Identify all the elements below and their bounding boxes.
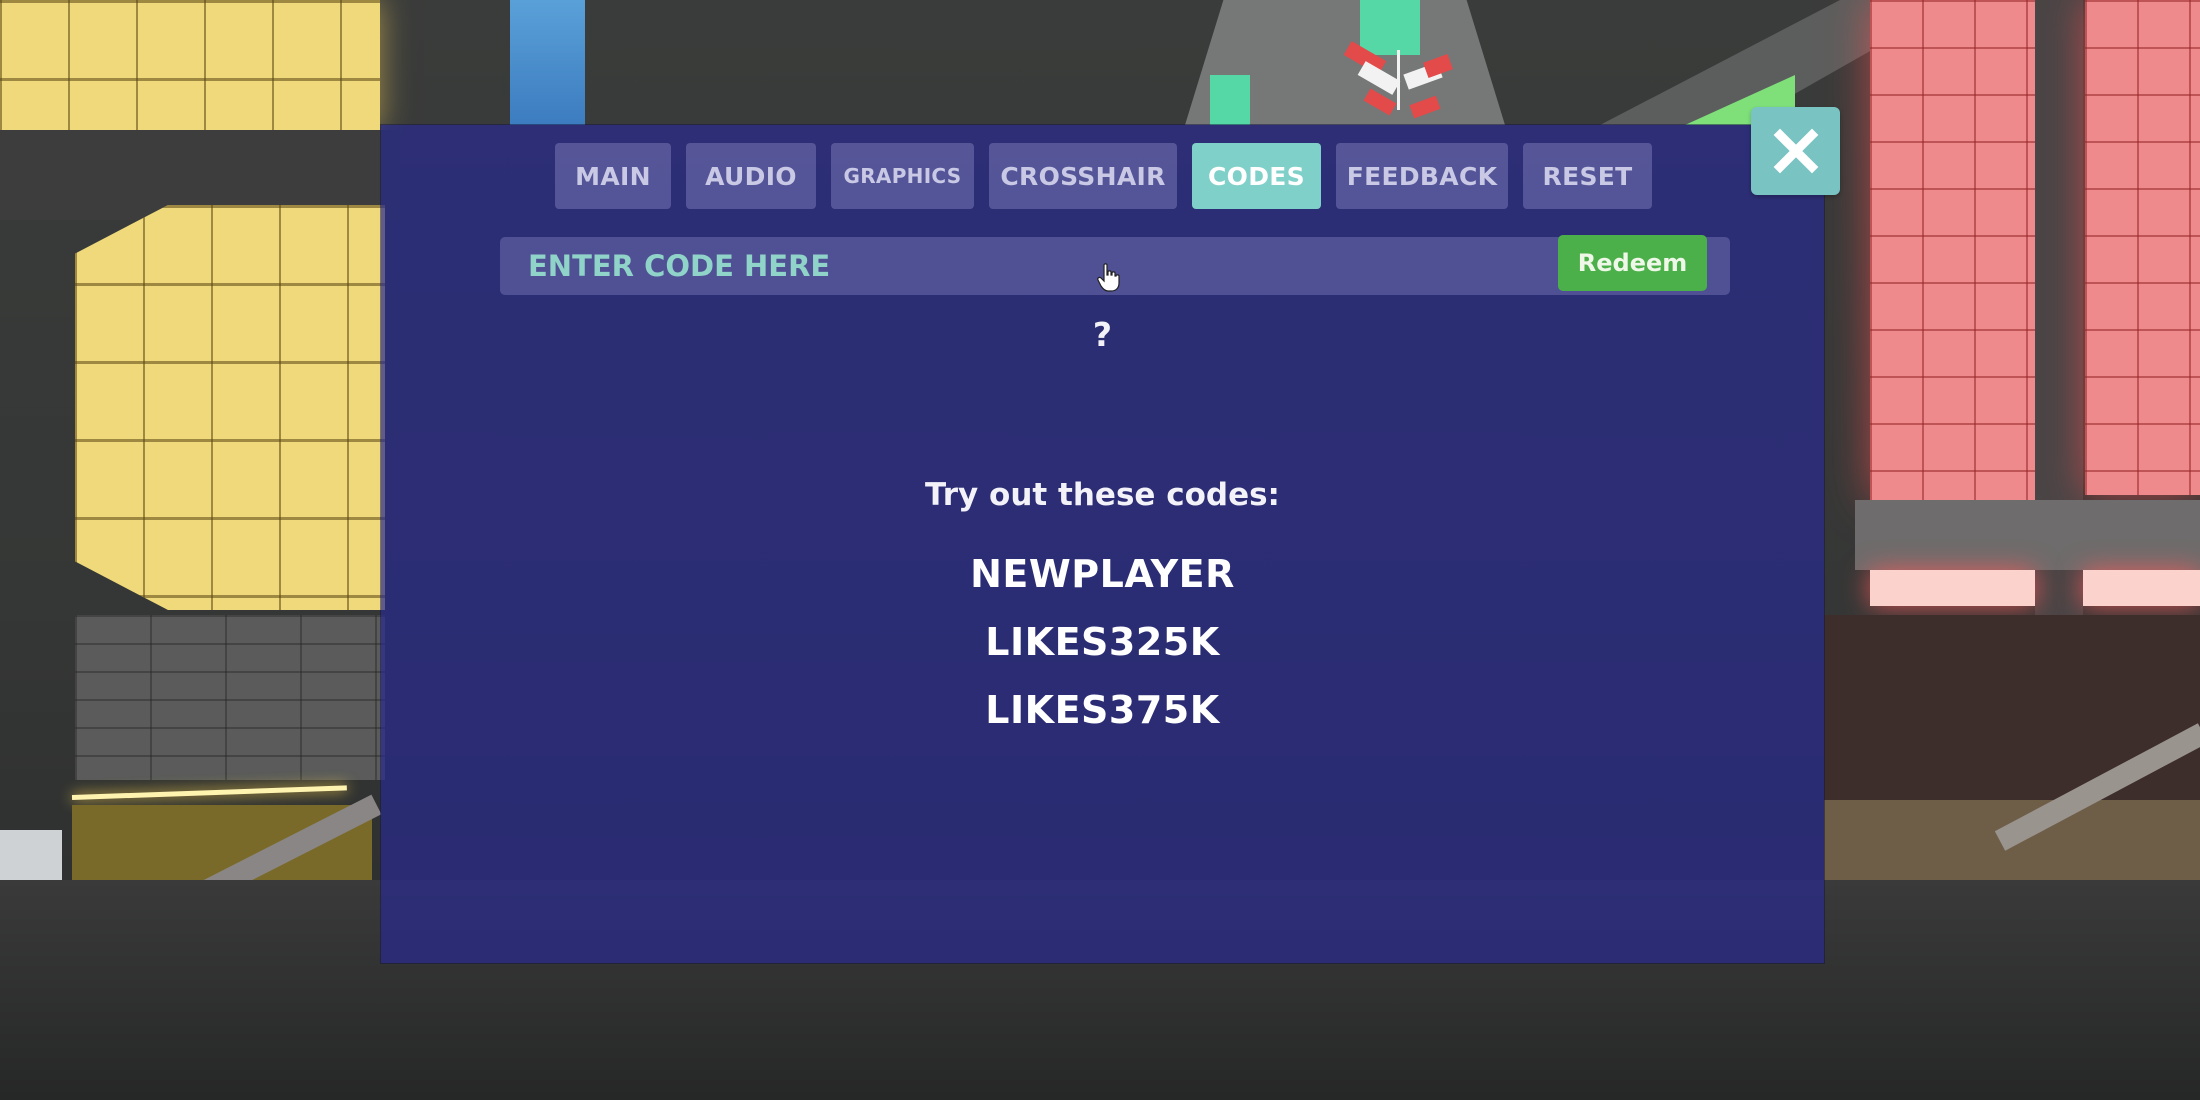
code-item: LIKES375K xyxy=(985,688,1220,732)
codes-list: NEWPLAYER LIKES325K LIKES375K xyxy=(381,540,1824,744)
red-building-ledge xyxy=(1855,500,2200,570)
red-building-right xyxy=(2085,0,2200,495)
codes-hint-text: Try out these codes: xyxy=(925,477,1280,513)
settings-panel: MAIN AUDIO GRAPHICS CROSSHAIR CODES FEED… xyxy=(381,125,1824,963)
tab-codes[interactable]: CODES xyxy=(1192,143,1321,209)
red-neon-strip-right xyxy=(2083,570,2200,606)
blue-sign-column xyxy=(510,0,585,125)
brick-wall xyxy=(75,615,385,780)
tab-crosshair[interactable]: CROSSHAIR xyxy=(989,143,1177,209)
code-item: NEWPLAYER xyxy=(970,552,1235,596)
code-item: LIKES325K xyxy=(985,620,1220,664)
tab-reset[interactable]: RESET xyxy=(1523,143,1652,209)
tab-feedback[interactable]: FEEDBACK xyxy=(1336,143,1508,209)
red-neon-strip-left xyxy=(1870,570,2035,606)
code-input[interactable] xyxy=(500,237,1540,295)
redeem-status-text: ? xyxy=(1092,315,1113,354)
close-x-icon xyxy=(1773,128,1818,174)
tab-graphics[interactable]: GRAPHICS xyxy=(831,143,974,209)
tab-audio[interactable]: AUDIO xyxy=(686,143,816,209)
settings-tab-bar: MAIN AUDIO GRAPHICS CROSSHAIR CODES FEED… xyxy=(555,143,1652,209)
satellite-logo xyxy=(1343,40,1455,120)
red-building-left xyxy=(1870,0,2035,500)
redeem-button[interactable]: Redeem xyxy=(1558,235,1707,291)
green-window-left xyxy=(1210,75,1250,125)
hand-pointer-cursor-icon xyxy=(1097,263,1120,292)
yellow-building-lower xyxy=(75,205,385,610)
tab-main[interactable]: MAIN xyxy=(555,143,671,209)
close-button[interactable] xyxy=(1751,107,1840,195)
